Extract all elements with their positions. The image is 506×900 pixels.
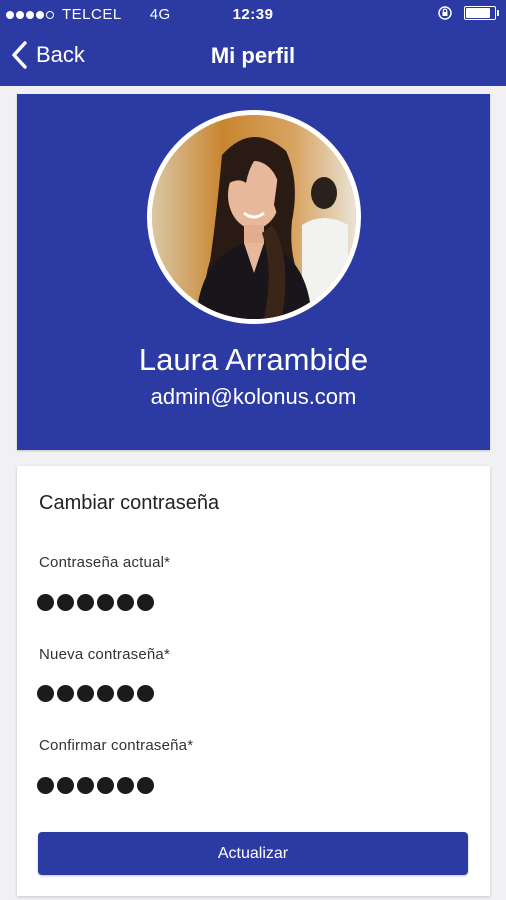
orientation-lock-icon xyxy=(438,6,452,20)
profile-name: Laura Arrambide xyxy=(138,342,369,377)
password-mask-dot xyxy=(137,685,154,702)
new-password-label: Nueva contraseña* xyxy=(39,646,170,663)
update-button-label: Actualizar xyxy=(217,844,289,862)
password-mask-dot xyxy=(57,594,74,611)
password-mask-dot xyxy=(37,777,54,794)
new-password-input[interactable] xyxy=(37,685,154,702)
form-title: Cambiar contraseña xyxy=(39,492,220,514)
password-mask-dot xyxy=(77,594,94,611)
password-mask-dot xyxy=(117,685,134,702)
password-mask-dot xyxy=(57,777,74,794)
confirm-password-label: Confirmar contraseña* xyxy=(39,737,194,754)
password-mask-dot xyxy=(137,777,154,794)
password-mask-dot xyxy=(97,685,114,702)
password-mask-dot xyxy=(97,594,114,611)
profile-email: admin@kolonus.com xyxy=(150,384,357,409)
password-mask-dot xyxy=(37,594,54,611)
page-title: Mi perfil xyxy=(210,43,296,68)
password-mask-dot xyxy=(77,777,94,794)
current-password-label: Contraseña actual* xyxy=(39,554,171,571)
nav-bar: Back Mi perfil xyxy=(0,30,506,84)
status-bar: TELCEL 4G 12:39 xyxy=(0,0,506,30)
app-header: TELCEL 4G 12:39 Back Mi perfil xyxy=(0,0,506,86)
password-mask-dot xyxy=(117,777,134,794)
battery-icon xyxy=(464,6,499,20)
password-mask-dot xyxy=(37,685,54,702)
update-button[interactable]: Actualizar xyxy=(38,832,468,875)
password-mask-dot xyxy=(77,685,94,702)
current-password-input[interactable] xyxy=(37,594,154,611)
avatar[interactable] xyxy=(147,110,361,324)
password-mask-dot xyxy=(57,685,74,702)
password-mask-dot xyxy=(137,594,154,611)
password-mask-dot xyxy=(117,594,134,611)
change-password-card: Cambiar contraseña Contraseña actual* Nu… xyxy=(17,466,490,896)
password-mask-dot xyxy=(97,777,114,794)
status-time: 12:39 xyxy=(232,6,274,23)
profile-card: Laura Arrambide admin@kolonus.com xyxy=(17,94,490,450)
confirm-password-input[interactable] xyxy=(37,777,154,794)
